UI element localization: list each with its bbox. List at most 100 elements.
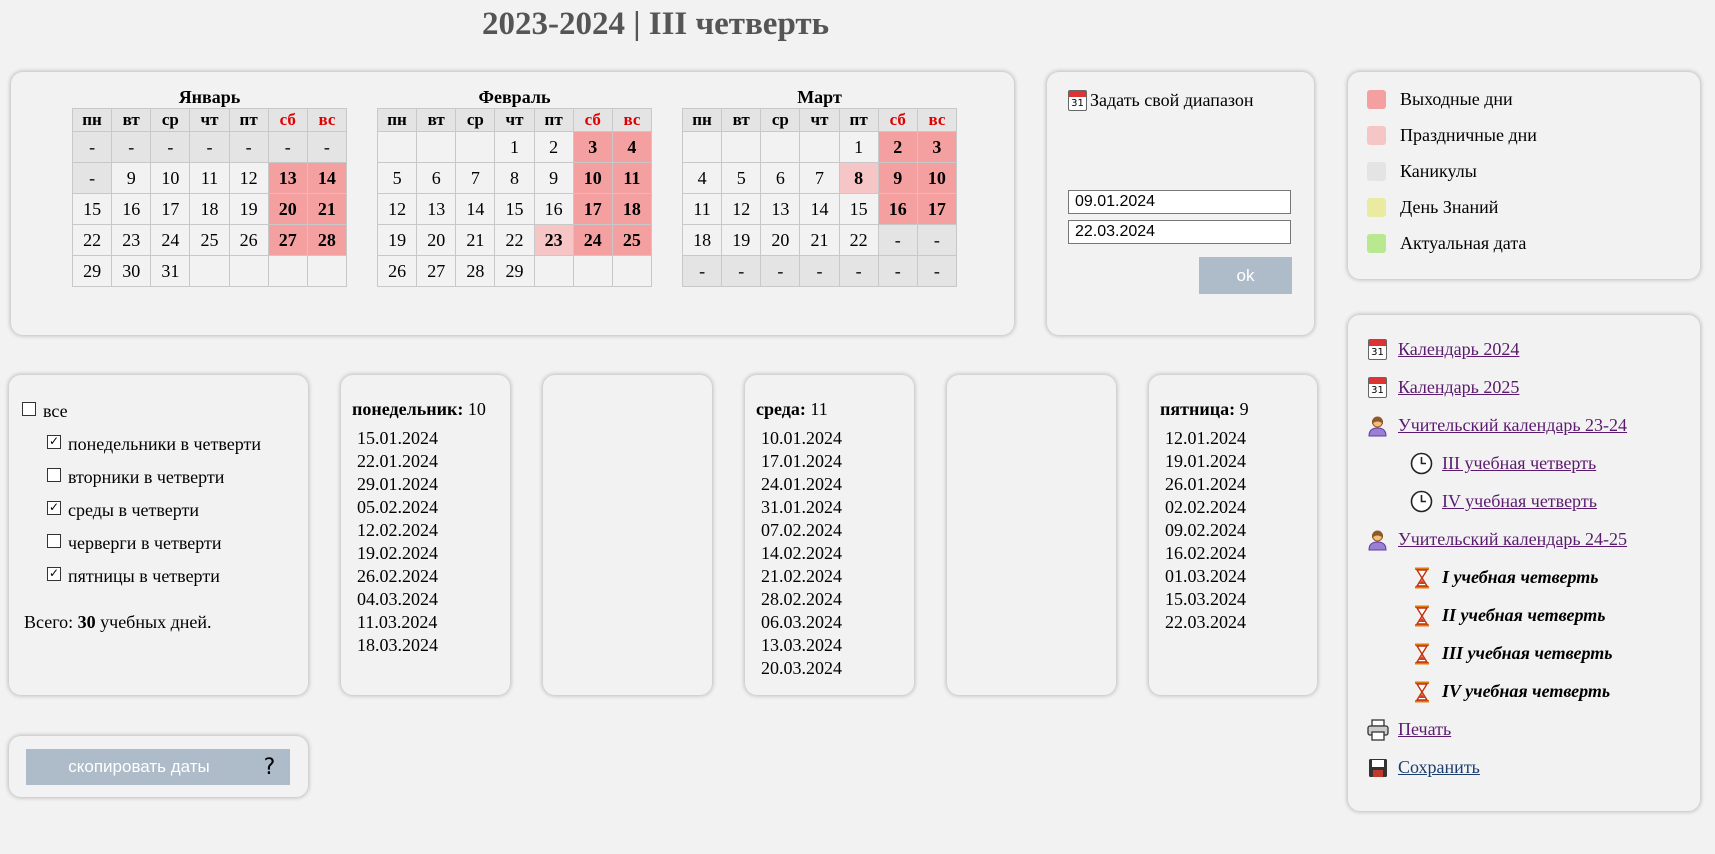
day-cell[interactable]: 8 xyxy=(494,162,535,194)
checkbox-unchecked[interactable] xyxy=(47,533,61,548)
day-cell[interactable]: 3 xyxy=(916,131,958,163)
day-cell[interactable]: 17 xyxy=(572,193,613,225)
day-cell[interactable]: 25 xyxy=(611,224,653,256)
day-cell[interactable]: 16 xyxy=(877,193,918,225)
range-to-input[interactable]: 22.03.2024 xyxy=(1068,220,1291,244)
day-cell[interactable]: 24 xyxy=(572,224,613,256)
day-cell[interactable]: 22 xyxy=(71,224,113,256)
day-cell[interactable]: 15 xyxy=(71,193,113,225)
day-cell[interactable]: 30 xyxy=(111,255,152,287)
day-cell[interactable]: 3 xyxy=(572,131,613,163)
day-cell[interactable]: 29 xyxy=(494,255,535,287)
day-cell[interactable]: 7 xyxy=(455,162,496,194)
day-cell[interactable]: 24 xyxy=(150,224,191,256)
day-cell[interactable]: 4 xyxy=(611,131,653,163)
day-cell[interactable]: 13 xyxy=(760,193,801,225)
day-cell[interactable]: 11 xyxy=(681,193,723,225)
day-cell[interactable]: 16 xyxy=(533,193,574,225)
day-cell[interactable]: 23 xyxy=(111,224,152,256)
day-cell[interactable]: 21 xyxy=(455,224,496,256)
weekday-checkbox[interactable]: ✓ понедельники в четверти xyxy=(47,434,261,455)
day-cell[interactable]: 20 xyxy=(267,193,308,225)
day-cell[interactable]: 5 xyxy=(721,162,762,194)
day-cell[interactable]: 10 xyxy=(916,162,958,194)
weekday-checkbox[interactable]: ✓ пятницы в четверти xyxy=(47,566,220,587)
day-cell[interactable]: 13 xyxy=(267,162,308,194)
day-cell[interactable]: 2 xyxy=(877,131,918,163)
day-cell[interactable]: 9 xyxy=(533,162,574,194)
day-cell[interactable]: 5 xyxy=(376,162,418,194)
day-cell[interactable]: 9 xyxy=(877,162,918,194)
teacher-calendar-24-25-link[interactable]: Учительский календарь 24-25 xyxy=(1398,529,1627,550)
weekday-checkbox[interactable]: вторники в четверти xyxy=(47,467,224,488)
checkbox-checked[interactable]: ✓ xyxy=(47,566,61,581)
day-cell[interactable]: 18 xyxy=(189,193,230,225)
day-cell[interactable]: 19 xyxy=(376,224,418,256)
day-cell[interactable]: 27 xyxy=(416,255,457,287)
save-link[interactable]: Сохранить xyxy=(1398,757,1480,778)
calendar-2025-link[interactable]: Календарь 2025 xyxy=(1398,377,1519,398)
day-cell[interactable]: 9 xyxy=(111,162,152,194)
checkbox-unchecked[interactable] xyxy=(47,467,61,482)
day-cell[interactable]: 18 xyxy=(681,224,723,256)
day-cell[interactable]: 14 xyxy=(306,162,348,194)
range-title[interactable]: 31 Задать свой диапазон xyxy=(1068,90,1254,111)
day-cell[interactable]: 8 xyxy=(838,162,879,194)
day-cell[interactable]: 17 xyxy=(150,193,191,225)
day-cell[interactable]: 15 xyxy=(838,193,879,225)
checkbox-checked[interactable]: ✓ xyxy=(47,500,61,515)
checkbox-all[interactable]: все xyxy=(22,401,68,422)
day-cell[interactable]: 12 xyxy=(376,193,418,225)
day-cell[interactable]: 19 xyxy=(721,224,762,256)
day-cell[interactable]: 10 xyxy=(572,162,613,194)
day-cell[interactable]: 12 xyxy=(721,193,762,225)
q3-link[interactable]: III учебная четверть xyxy=(1442,453,1596,474)
weekday-checkbox[interactable]: черверги в четверти xyxy=(47,533,222,554)
day-cell[interactable]: 6 xyxy=(416,162,457,194)
help-button[interactable]: ? xyxy=(249,749,290,785)
day-cell[interactable]: 28 xyxy=(306,224,348,256)
day-cell[interactable]: 17 xyxy=(916,193,958,225)
day-cell[interactable]: 26 xyxy=(228,224,269,256)
day-cell[interactable]: 31 xyxy=(150,255,191,287)
copy-dates-button[interactable]: скопировать даты xyxy=(26,749,252,785)
print-link[interactable]: Печать xyxy=(1398,719,1451,740)
checkbox-checked[interactable]: ✓ xyxy=(47,434,61,449)
checkbox-unchecked[interactable] xyxy=(22,401,36,416)
day-cell[interactable]: 21 xyxy=(306,193,348,225)
day-cell[interactable]: 2 xyxy=(533,131,574,163)
day-cell[interactable]: 16 xyxy=(111,193,152,225)
day-cell[interactable]: 11 xyxy=(611,162,653,194)
day-cell[interactable]: 10 xyxy=(150,162,191,194)
range-from-input[interactable]: 09.01.2024 xyxy=(1068,190,1291,214)
day-cell[interactable]: 22 xyxy=(494,224,535,256)
calendar-2024-link[interactable]: Календарь 2024 xyxy=(1398,339,1519,360)
day-cell[interactable]: 20 xyxy=(760,224,801,256)
day-cell[interactable]: 1 xyxy=(838,131,879,163)
day-cell[interactable]: 20 xyxy=(416,224,457,256)
day-cell[interactable]: 28 xyxy=(455,255,496,287)
day-cell[interactable]: 18 xyxy=(611,193,653,225)
day-cell[interactable]: 23 xyxy=(533,224,574,256)
day-cell[interactable]: 19 xyxy=(228,193,269,225)
day-cell[interactable]: 14 xyxy=(455,193,496,225)
q4-link[interactable]: IV учебная четверть xyxy=(1442,491,1597,512)
day-cell[interactable]: 15 xyxy=(494,193,535,225)
teacher-calendar-23-24-link[interactable]: Учительский календарь 23-24 xyxy=(1398,415,1627,436)
day-cell[interactable]: 29 xyxy=(71,255,113,287)
day-cell[interactable]: 11 xyxy=(189,162,230,194)
day-cell[interactable]: 21 xyxy=(799,224,840,256)
day-cell[interactable]: 27 xyxy=(267,224,308,256)
day-cell[interactable]: 1 xyxy=(494,131,535,163)
day-cell[interactable]: 14 xyxy=(799,193,840,225)
weekday-checkbox[interactable]: ✓ среды в четверти xyxy=(47,500,199,521)
day-cell[interactable]: 22 xyxy=(838,224,879,256)
ok-button[interactable]: ok xyxy=(1199,257,1292,294)
day-cell[interactable]: 25 xyxy=(189,224,230,256)
day-cell[interactable]: 4 xyxy=(681,162,723,194)
day-cell[interactable]: 6 xyxy=(760,162,801,194)
day-cell[interactable]: 12 xyxy=(228,162,269,194)
day-cell[interactable]: 7 xyxy=(799,162,840,194)
day-cell[interactable]: 13 xyxy=(416,193,457,225)
day-cell[interactable]: 26 xyxy=(376,255,418,287)
